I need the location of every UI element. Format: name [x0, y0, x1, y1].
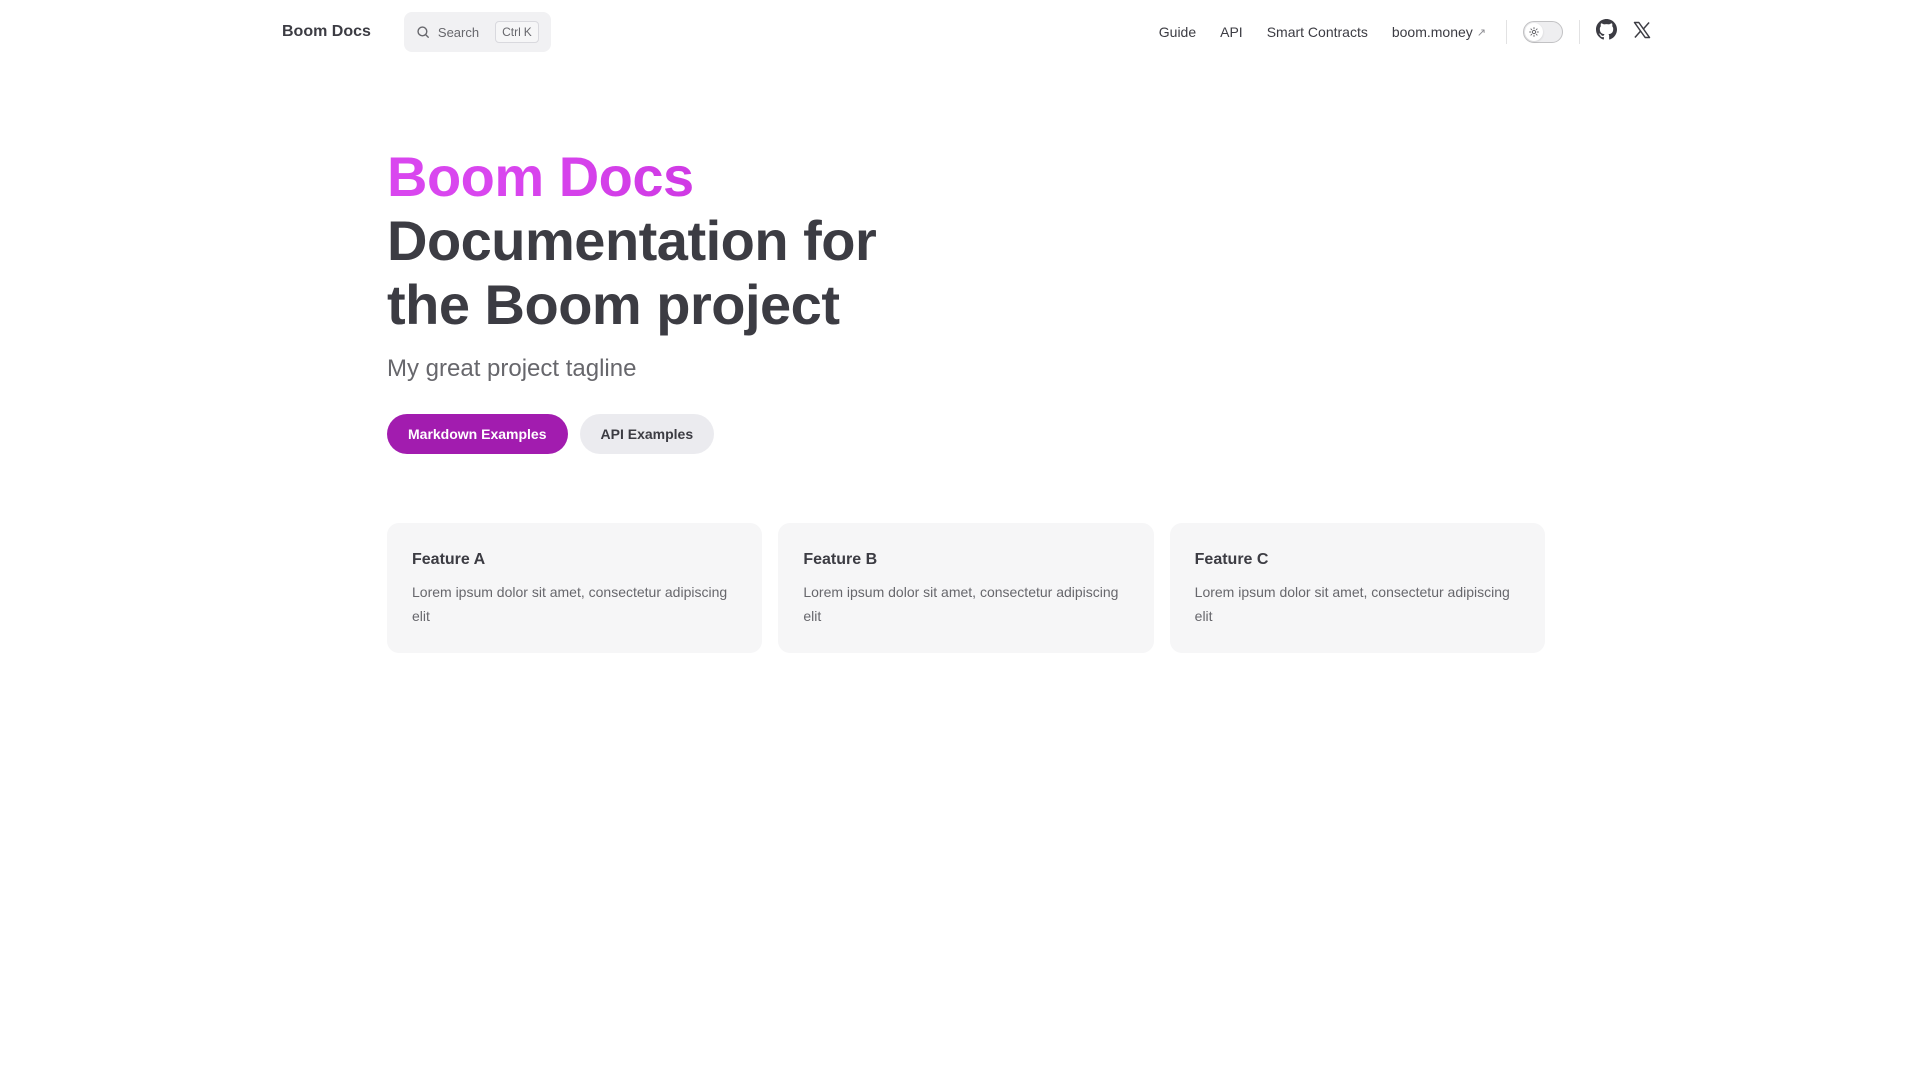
- feature-title: Feature B: [803, 551, 878, 568]
- api-examples-button[interactable]: API Examples: [579, 414, 715, 454]
- nav-divider: [1506, 20, 1507, 44]
- site-title[interactable]: Boom Docs: [282, 23, 371, 41]
- hero-name: Boom Docs: [387, 145, 1007, 209]
- nav-link-guide[interactable]: Guide: [1147, 24, 1208, 40]
- nav-menu: Guide API Smart Contracts boom.money ↗: [1147, 24, 1498, 40]
- feature-card-c: Feature C Lorem ipsum dolor sit amet, co…: [1169, 523, 1545, 653]
- hero-text: Documentation for the Boom project: [387, 209, 877, 336]
- search-label: Search: [437, 24, 480, 40]
- search-button[interactable]: Search Ctrl K: [403, 12, 551, 52]
- x-twitter-icon: [1632, 20, 1652, 45]
- hero-section: Boom Docs Documentation for the Boom pro…: [387, 145, 1007, 454]
- feature-card-b: Feature B Lorem ipsum dolor sit amet, co…: [778, 523, 1154, 653]
- feature-details: Lorem ipsum dolor sit amet, consectetur …: [803, 584, 1119, 624]
- shortcut-key: K: [523, 25, 532, 39]
- hero-tagline: My great project tagline: [387, 355, 637, 382]
- github-link[interactable]: [1588, 14, 1624, 50]
- shortcut-modifier-key: Ctrl: [502, 25, 521, 39]
- feature-details: Lorem ipsum dolor sit amet, consectetur …: [412, 584, 728, 624]
- appearance-toggle[interactable]: [1523, 21, 1563, 43]
- sun-icon: [1525, 23, 1543, 41]
- feature-title: Feature C: [1194, 551, 1269, 568]
- github-icon: [1595, 19, 1617, 45]
- markdown-examples-button[interactable]: Markdown Examples: [387, 414, 568, 454]
- feature-title: Feature A: [412, 551, 486, 568]
- x-twitter-link[interactable]: [1624, 14, 1660, 50]
- external-link-icon: ↗: [1476, 26, 1486, 39]
- nav-link-smart-contracts[interactable]: Smart Contracts: [1255, 24, 1380, 40]
- hero-actions: Markdown Examples API Examples: [387, 414, 1007, 454]
- nav-link-boom-money[interactable]: boom.money ↗: [1380, 24, 1498, 40]
- feature-details: Lorem ipsum dolor sit amet, consectetur …: [1194, 584, 1510, 624]
- nav-divider: [1579, 20, 1580, 44]
- nav-link-api[interactable]: API: [1208, 24, 1255, 40]
- search-icon: [416, 25, 430, 39]
- search-shortcut: Ctrl K: [495, 21, 539, 43]
- feature-card-a: Feature A Lorem ipsum dolor sit amet, co…: [387, 523, 763, 653]
- navbar-inner: Boom Docs Search Ctrl K Guide API Smart …: [282, 0, 1660, 64]
- features-section: Feature A Lorem ipsum dolor sit amet, co…: [387, 523, 1545, 653]
- nav-link-boom-money-label: boom.money: [1391, 24, 1473, 40]
- top-navbar: Boom Docs Search Ctrl K Guide API Smart …: [0, 0, 1920, 64]
